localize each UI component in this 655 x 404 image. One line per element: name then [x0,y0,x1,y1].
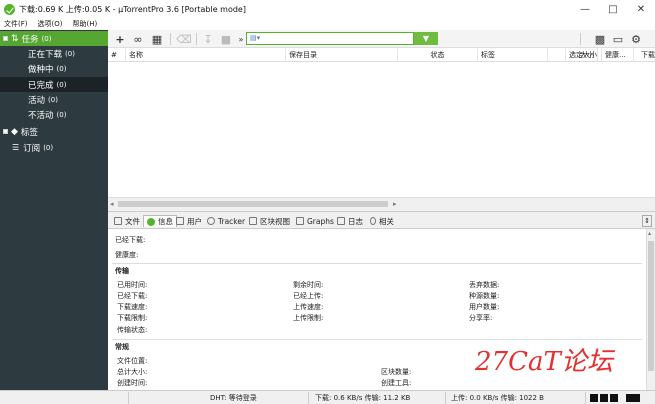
search-provider-icon[interactable]: ▤▾ [250,34,260,42]
bulb-icon [370,217,376,225]
tab-peers[interactable]: 用户 [176,215,202,227]
folder-icon [114,217,122,225]
vertical-scrollbar[interactable]: ▴ [646,229,655,390]
add-url-icon[interactable]: ∞ [131,32,145,46]
filter-button[interactable]: ▼ [414,32,438,45]
sidebar: ⇅ 任务 (0) 正在下载 (0) 做种中 (0) 已完成 (0) 活动 (0)… [0,30,108,404]
title-bar: 下载:0.69 K 上传:0.05 K - µTorrentPro 3.6 [P… [0,0,655,18]
watermark: 27CaT论坛 [475,347,613,377]
torrent-list[interactable]: # 名称 保存目录 状态 标签 大小 选定大小 健康... 下载 [108,48,655,210]
add-torrent-icon[interactable]: + [113,32,127,46]
sidebar-item-active[interactable]: 活动 (0) [0,92,108,107]
upload-status[interactable]: 上传: 0.0 KB/s 传输: 1022 B [451,393,544,403]
graph-icon [296,217,304,225]
connection-icon[interactable] [626,394,640,402]
collapse-panel-icon[interactable]: ⇕ [642,215,652,227]
close-icon[interactable]: ✕ [627,0,655,18]
col-health[interactable]: 健康... [602,48,634,62]
sidebar-item-downloading[interactable]: 正在下载 (0) [0,46,108,61]
tab-files[interactable]: 文件 [114,215,140,227]
settings-gear-icon[interactable]: ⚙ [629,32,643,46]
utorrent-logo-icon [4,3,15,15]
users-icon [176,217,184,225]
tracker-icon [207,217,215,225]
col-number[interactable]: # [108,48,126,62]
pieces-icon [249,217,257,225]
tab-logger[interactable]: 日志 [337,215,363,227]
collapse-icon[interactable] [3,36,8,41]
col-save-dir[interactable]: 保存目录 [286,48,398,62]
chat-icon[interactable]: ▩ [593,32,607,46]
col-label[interactable]: 标签 [478,48,548,62]
rss-icon: ☰ [12,143,20,152]
scrollbar-thumb[interactable] [648,241,654,371]
scroll-right-icon[interactable]: ▸ [393,200,397,208]
column-header: # 名称 保存目录 状态 标签 大小 选定大小 健康... 下载 [108,48,655,62]
download-status[interactable]: 下载: 0.6 KB/s 传输: 11.2 KB [315,393,410,403]
sidebar-item-inactive[interactable]: 不活动 (0) [0,107,108,122]
toolbar: + ∞ ▦ ⌫ ↧ ■ » ▤▾ ▼ ▩ ▭ ⚙ [108,30,655,48]
tag-icon: ◆ [11,126,18,137]
download-icon[interactable]: ↧ [201,32,215,46]
remote-icon[interactable]: ▭ [611,32,625,46]
col-selected-size[interactable]: 选定大小 [566,48,602,62]
general-section-title: 常规 [115,343,129,351]
delete-icon[interactable]: ⌫ [176,32,192,46]
expand-icon[interactable] [3,129,8,134]
downloaded-label: 已经下载: [115,236,146,244]
stop-icon[interactable]: ■ [219,32,233,46]
sidebar-item-labels[interactable]: ◆ 标签 [0,124,108,139]
horizontal-scrollbar[interactable]: ◂ ▸ [108,197,655,210]
create-torrent-icon[interactable]: ▦ [150,32,164,46]
tab-trackers[interactable]: Tracker [207,215,245,227]
menu-file[interactable]: 文件(F) [4,19,28,29]
col-status[interactable]: 状态 [398,48,478,62]
log-icon [337,217,345,225]
scroll-left-icon[interactable]: ◂ [110,200,114,208]
menu-bar: 文件(F) 选项(O) 帮助(H) [0,18,655,30]
maximize-icon[interactable]: □ [599,0,627,18]
network-status-icon[interactable] [610,394,618,402]
detail-tabs: 文件 信息 用户 Tracker 区块视图 Graphs 日志 相关 ⇕ [108,211,655,229]
window-title: 下载:0.69 K 上传:0.05 K - µTorrentPro 3.6 [P… [19,4,246,14]
status-bar: DHT: 等待登录 下载: 0.6 KB/s 传输: 11.2 KB 上传: 0… [0,390,655,404]
tab-info[interactable]: 信息 [143,215,177,227]
sidebar-item-tasks[interactable]: ⇅ 任务 (0) [0,31,108,46]
sidebar-item-feeds[interactable]: ☰ 订阅 (0) [0,140,108,155]
health-label: 健康度: [115,251,139,259]
dht-status[interactable]: DHT: 等待登录 [210,393,257,403]
network-status-icon[interactable] [590,394,598,402]
transfer-arrows-icon: ⇅ [11,33,19,44]
info-icon [147,217,155,226]
network-status-icon[interactable] [600,394,608,402]
funnel-icon: ▼ [422,34,430,43]
tab-graphs[interactable]: Graphs [296,215,334,227]
minimize-icon[interactable]: — [571,0,599,18]
scrollbar-thumb[interactable] [118,201,388,207]
menu-help[interactable]: 帮助(H) [72,19,97,29]
search-input[interactable]: ▤▾ [246,32,414,45]
tab-related[interactable]: 相关 [370,215,394,227]
sidebar-item-completed[interactable]: 已完成 (0) [0,77,108,92]
transfer-section-title: 传输 [115,267,129,275]
sidebar-item-seeding[interactable]: 做种中 (0) [0,61,108,76]
scroll-up-icon[interactable]: ▴ [648,230,651,237]
tab-pieces[interactable]: 区块视图 [249,215,290,227]
menu-options[interactable]: 选项(O) [38,19,63,29]
col-name[interactable]: 名称 [126,48,286,62]
col-download[interactable]: 下载 [638,48,655,62]
